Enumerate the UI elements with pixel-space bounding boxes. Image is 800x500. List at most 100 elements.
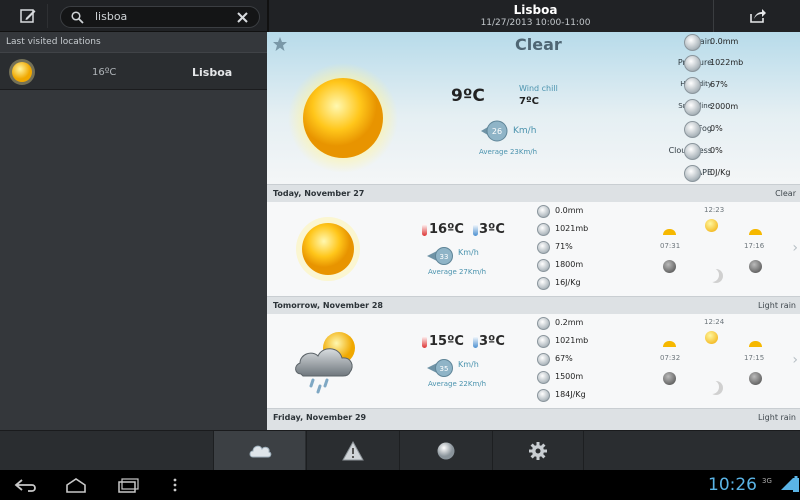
metric-value: 1021mb	[555, 336, 589, 345]
day-condition: Light rain	[758, 301, 796, 310]
max-temp: 15ºC	[429, 334, 464, 349]
wind-speed-value: 26	[492, 127, 502, 136]
solar-noon-time: 12:23	[704, 206, 725, 214]
wind-speed-value: 35	[440, 365, 449, 373]
chevron-right-icon[interactable]: ›	[792, 240, 798, 256]
home-icon[interactable]	[64, 477, 88, 493]
back-icon[interactable]	[14, 478, 38, 492]
chevron-right-icon[interactable]: ›	[792, 352, 798, 368]
metric-value: 16J/Kg	[555, 278, 581, 287]
day-title: Tomorrow, November 28	[273, 301, 383, 310]
day-metric-cape: 16J/Kg	[537, 276, 627, 293]
wind-average: Average 27Km/h	[428, 268, 487, 276]
system-navigation-bar: 10:26 3G	[0, 470, 800, 500]
day-header[interactable]: Friday, November 29 Light rain	[267, 408, 800, 430]
metric-value: 0.2mm	[555, 318, 584, 327]
sunset-time: 17:15	[744, 354, 765, 362]
sun-icon	[296, 217, 360, 281]
share-icon	[750, 9, 766, 23]
metric-cape: CAPE 0J/Kg	[600, 164, 800, 184]
search-bar-area: lisboa	[0, 0, 267, 32]
location-item[interactable]: 16ºC Lisboa	[0, 52, 267, 90]
current-temperature: 9ºC	[451, 86, 485, 106]
search-field[interactable]: lisboa	[60, 6, 260, 28]
locations-panel: lisboa Last visited locations 16ºC Lisbo…	[0, 0, 267, 430]
current-conditions: Clear 9ºC Wind chill 7ºC 26 Km/h Average…	[267, 32, 800, 184]
metric-value: 0%	[710, 146, 723, 155]
sunset-icon	[749, 341, 762, 347]
metric-value: 1022mb	[710, 58, 744, 67]
edit-icon	[19, 9, 35, 23]
cape-icon	[537, 277, 550, 290]
metric-value: 1800m	[555, 260, 584, 269]
metric-value: 71%	[555, 242, 573, 251]
edit-button[interactable]	[8, 4, 48, 28]
moon-phase-icon	[749, 260, 762, 273]
favorite-star-icon[interactable]	[272, 36, 288, 52]
metric-humidity: Humidity 67%	[600, 76, 800, 96]
sunrise-time: 07:32	[660, 354, 681, 362]
tab-forecast[interactable]	[213, 431, 305, 471]
tab-maps[interactable]	[399, 431, 491, 471]
day-metric-snow-line: 1500m	[537, 370, 627, 387]
thermometer-hot-icon	[422, 224, 427, 236]
day-condition: Clear	[775, 189, 796, 198]
sunset-time: 17:16	[744, 242, 765, 250]
settings-gear-icon	[529, 442, 547, 460]
wind-direction-icon: 35	[427, 359, 453, 377]
day-metric-rain: 0.0mm	[537, 204, 627, 221]
metric-value: 0%	[710, 124, 723, 133]
wind-chill-label: Wind chill	[519, 84, 558, 93]
fog-icon	[684, 121, 701, 138]
humidity-icon	[537, 241, 550, 254]
day-metric-pressure: 1021mb	[537, 222, 627, 239]
search-input[interactable]: lisboa	[95, 10, 127, 23]
thermometer-hot-icon	[422, 336, 427, 348]
sun-icon	[288, 63, 398, 173]
bottom-tab-bar	[0, 430, 800, 471]
menu-overflow-icon[interactable]	[172, 478, 178, 492]
tab-settings[interactable]	[492, 431, 584, 471]
day-metric-snow-line: 1800m	[537, 258, 627, 275]
clear-search-icon[interactable]	[237, 12, 248, 23]
sunrise-time: 07:31	[660, 242, 681, 250]
day-condition: Light rain	[758, 413, 796, 422]
day-forecast-row[interactable]: 16ºC 3ºC 33 Km/h Average 27Km/h 0.0mm 10…	[267, 202, 800, 296]
day-forecast-row[interactable]: 15ºC 3ºC 35 Km/h Average 22Km/h 0.2mm 10…	[267, 314, 800, 408]
sun-noon-icon	[705, 331, 718, 344]
snowflake-icon	[537, 259, 550, 272]
recent-apps-icon[interactable]	[116, 477, 140, 493]
sunrise-icon	[663, 229, 676, 235]
max-temp: 16ºC	[429, 222, 464, 237]
cape-icon	[684, 165, 701, 182]
header: Lisboa 11/27/2013 10:00-11:00	[267, 0, 800, 32]
min-temp: 3ºC	[479, 334, 505, 349]
moon-phase-icon	[663, 260, 676, 273]
forecast-main: Clear 9ºC Wind chill 7ºC 26 Km/h Average…	[267, 32, 800, 430]
pressure-gauge-icon	[537, 223, 550, 236]
day-metric-cape: 184J/Kg	[537, 388, 627, 405]
moon-phase-icon	[749, 372, 762, 385]
metric-snow-line: Snow line 2000m	[600, 98, 800, 118]
snowflake-icon	[684, 99, 701, 116]
search-icon	[71, 11, 84, 24]
battery-icon	[793, 476, 799, 492]
metric-fog: Fog 0%	[600, 120, 800, 140]
pressure-gauge-icon	[537, 335, 550, 348]
metric-pressure: Pressure 1022mb	[600, 54, 800, 74]
day-title: Today, November 27	[273, 189, 365, 198]
moon-phase-icon	[663, 372, 676, 385]
status-clock: 10:26	[708, 475, 757, 495]
weather-cloud-icon	[249, 445, 271, 458]
wind-unit: Km/h	[513, 126, 537, 136]
wind-speed-value: 33	[440, 253, 449, 261]
thermometer-cold-icon	[473, 336, 478, 348]
condition-label: Clear	[515, 35, 562, 54]
day-metric-pressure: 1021mb	[537, 334, 627, 351]
humidity-icon	[537, 353, 550, 366]
share-button[interactable]	[713, 0, 800, 32]
crescent-moon-icon	[705, 380, 719, 394]
tab-warnings[interactable]	[306, 431, 398, 471]
day-metric-humidity: 71%	[537, 240, 627, 257]
network-indicator: 3G	[762, 477, 772, 485]
